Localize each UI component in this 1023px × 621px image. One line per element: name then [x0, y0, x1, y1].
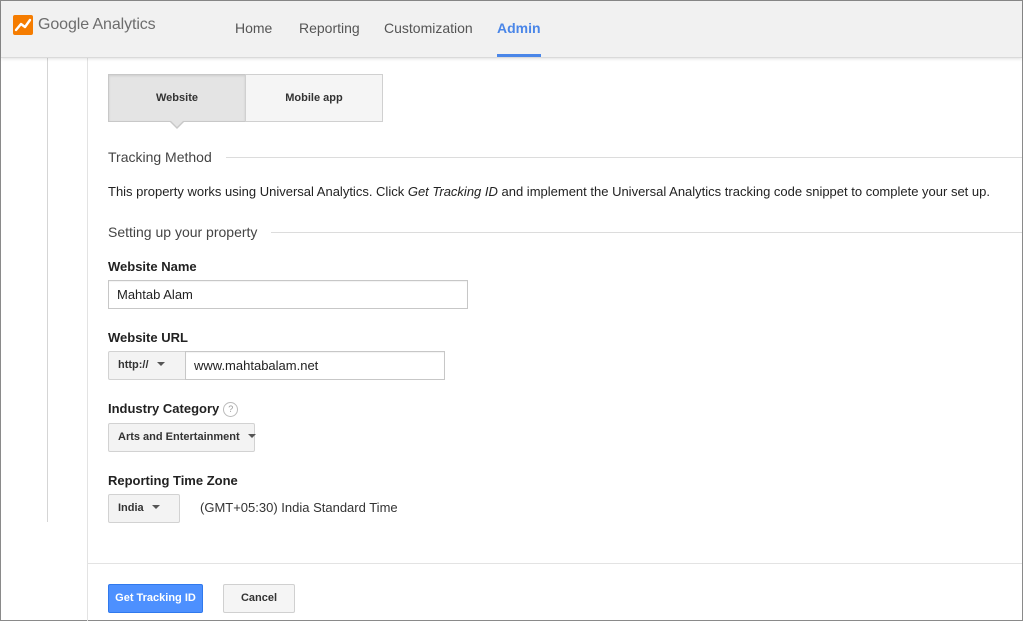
footer-divider [88, 563, 1022, 564]
property-type-mobile-app[interactable]: Mobile app [245, 74, 383, 122]
content-divider [87, 58, 88, 621]
time-zone-country-value: India [118, 502, 144, 514]
tracking-text-after: and implement the Universal Analytics tr… [497, 184, 990, 199]
left-column-divider [47, 58, 48, 522]
selected-pointer [169, 120, 185, 129]
setup-title: Setting up your property [108, 224, 258, 240]
time-zone-country-dropdown[interactable]: India [108, 494, 180, 523]
protocol-value: http:// [118, 359, 149, 371]
time-zone-value: (GMT+05:30) India Standard Time [200, 500, 398, 515]
heading-divider [271, 231, 1022, 233]
reporting-time-zone-label: Reporting Time Zone [108, 473, 238, 488]
help-icon[interactable]: ? [223, 402, 239, 417]
top-bar: Google Analytics Home Reporting Customiz… [1, 1, 1022, 58]
website-name-label: Website Name [108, 259, 197, 274]
protocol-dropdown[interactable]: http:// [108, 351, 186, 380]
industry-category-dropdown[interactable]: Arts and Entertainment [108, 423, 256, 452]
tracking-text-emphasis: Get Tracking ID [407, 184, 498, 199]
get-tracking-id-button[interactable]: Get Tracking ID [108, 584, 203, 613]
analytics-logo-icon [13, 15, 33, 35]
tracking-text-before: This property works using Universal Anal… [108, 184, 408, 199]
chevron-down-icon [156, 362, 165, 366]
google-analytics-logo[interactable]: Google Analytics [13, 15, 156, 35]
tracking-description: This property works using Universal Anal… [108, 184, 990, 199]
tracking-method-heading: Tracking Method [108, 149, 1022, 165]
industry-category-value: Arts and Entertainment [118, 431, 240, 443]
heading-divider [225, 156, 1022, 158]
chevron-down-icon [247, 434, 256, 438]
setup-heading: Setting up your property [108, 224, 1022, 240]
brand-name: Google Analytics [38, 16, 156, 33]
property-type-website[interactable]: Website [108, 74, 246, 122]
industry-category-text: Industry Category [108, 401, 220, 416]
nav-tab-admin[interactable]: Admin [497, 1, 541, 57]
chevron-down-icon [151, 505, 160, 509]
nav-tab-customization[interactable]: Customization [384, 1, 473, 57]
nav-tab-reporting[interactable]: Reporting [299, 1, 360, 57]
nav-tab-home[interactable]: Home [235, 1, 272, 57]
cancel-button[interactable]: Cancel [223, 584, 295, 613]
website-name-input[interactable] [108, 280, 468, 309]
website-url-label: Website URL [108, 330, 188, 345]
tracking-method-title: Tracking Method [108, 149, 212, 165]
industry-category-label: Industry Category? [108, 401, 239, 417]
website-url-input[interactable] [185, 351, 445, 380]
